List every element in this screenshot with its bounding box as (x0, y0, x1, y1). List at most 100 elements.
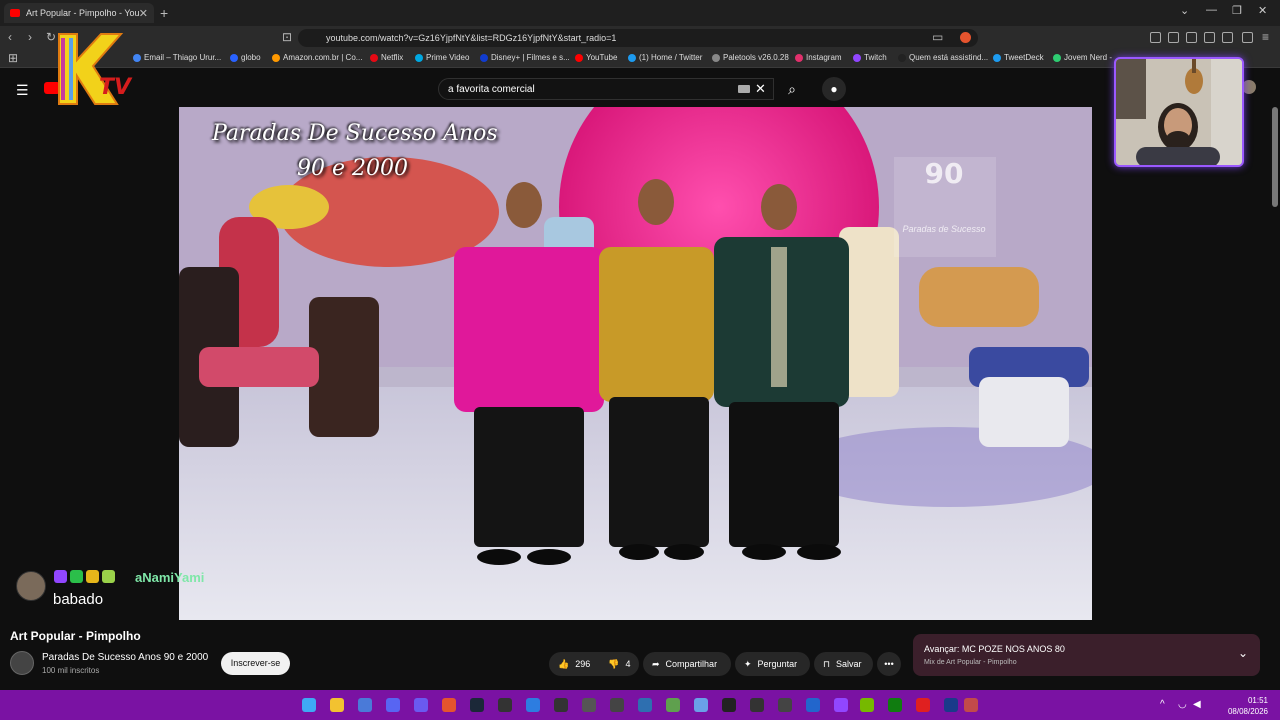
k-badge-icon (86, 570, 99, 583)
bookmark-item[interactable]: Prime Video (415, 53, 469, 62)
app-icon[interactable] (694, 698, 708, 712)
dislike-count[interactable]: 4 (625, 659, 630, 669)
close-window-icon[interactable]: ✕ (1258, 4, 1267, 17)
bookmark-favicon-icon (230, 53, 238, 62)
ktv-logo: TV (58, 33, 133, 105)
sparkle-icon: ✦ (744, 658, 752, 669)
app-icon[interactable] (526, 698, 540, 712)
app-icon[interactable] (964, 698, 978, 712)
app-icon[interactable] (722, 698, 736, 712)
bookmark-favicon-icon (712, 53, 720, 62)
ai-icon[interactable] (1222, 32, 1233, 43)
bookmark-item[interactable]: Paletools v26.0.28 (712, 53, 789, 62)
tab-search-chevron-icon[interactable]: ⌄ (1180, 4, 1189, 17)
bookmark-icon[interactable]: ⊡ (282, 30, 292, 44)
start-icon[interactable] (302, 698, 316, 712)
brave-shield-icon[interactable] (960, 32, 971, 43)
bookmark-item[interactable]: globo (230, 53, 261, 62)
system-clock[interactable]: 01:51 08/08/2026 (1228, 695, 1268, 717)
share-button[interactable]: ➦ Compartilhar (643, 652, 731, 676)
bookmark-item[interactable]: Instagram (795, 53, 842, 62)
app-icon[interactable] (498, 698, 512, 712)
guide-menu-icon[interactable]: ☰ (16, 82, 29, 99)
keyboard-icon[interactable] (738, 85, 750, 93)
file-explorer-icon[interactable] (330, 698, 344, 712)
obs-icon[interactable] (582, 698, 596, 712)
tab-close-icon[interactable]: ✕ (139, 7, 148, 20)
bookmark-item[interactable]: Quem está assistind... (898, 53, 988, 62)
bookmark-item[interactable]: TweetDeck (993, 53, 1044, 62)
bookmark-label: globo (241, 53, 261, 62)
next-up-panel[interactable]: Avançar: MC POZE NOS ANOS 80 Mix de Art … (913, 634, 1260, 676)
new-tab-icon[interactable]: + (160, 5, 168, 21)
forward-icon[interactable]: › (28, 30, 32, 44)
volume-icon[interactable]: ◀ (1193, 699, 1201, 710)
more-icon: ••• (884, 659, 894, 669)
brave-icon[interactable] (442, 698, 456, 712)
apps-grid-icon[interactable]: ⊞ (8, 51, 18, 65)
next-up-subtitle: Mix de Art Popular - Pimpolho (924, 659, 1017, 666)
subscribe-button[interactable]: Inscrever-se (221, 652, 290, 675)
app-icon[interactable] (806, 698, 820, 712)
minimize-icon[interactable]: — (1206, 4, 1217, 16)
menu-icon[interactable]: ≡ (1262, 30, 1269, 44)
more-actions-button[interactable]: ••• (877, 652, 901, 676)
app-icon[interactable] (610, 698, 624, 712)
bookmark-label: (1) Home / Twitter (639, 53, 703, 62)
app-icon[interactable] (638, 698, 652, 712)
chevron-down-icon[interactable]: ⌄ (1238, 646, 1248, 660)
browser-tab[interactable]: Art Popular - Pimpolho - YouTube ✕ (4, 3, 154, 23)
app-icon[interactable] (414, 698, 428, 712)
tray-chevron-icon[interactable]: ^ (1160, 699, 1165, 710)
steam-icon[interactable] (470, 698, 484, 712)
save-button[interactable]: ⊓ Salvar (814, 652, 873, 676)
clear-search-icon[interactable]: ✕ (755, 81, 766, 97)
microphone-icon[interactable]: ● (822, 77, 846, 101)
bookmark-item[interactable]: Email – Thiago Urur... (133, 53, 221, 62)
share-label: Compartilhar (665, 659, 718, 669)
channel-watermark: 90 Paradas de Sucesso (893, 157, 995, 257)
chat-message: babado (53, 591, 104, 608)
app-icon[interactable] (358, 698, 372, 712)
app-icon[interactable] (554, 698, 568, 712)
app-icon[interactable] (778, 698, 792, 712)
bookmark-item[interactable]: Netflix (370, 53, 403, 62)
bookmark-favicon-icon (795, 53, 803, 62)
settings-gear-icon[interactable] (1242, 32, 1253, 43)
dislike-icon[interactable]: 👎 (608, 659, 619, 670)
twitch-icon[interactable] (834, 698, 848, 712)
maximize-icon[interactable]: ❐ (1232, 4, 1242, 17)
bookmark-item[interactable]: (1) Home / Twitter (628, 53, 702, 62)
sidebar-icon[interactable] (1186, 32, 1197, 43)
ask-button[interactable]: ✦ Perguntar (735, 652, 810, 676)
app-icon[interactable] (944, 698, 958, 712)
bookmark-item[interactable]: Disney+ | Filmes e s... (480, 53, 570, 62)
extensions-icon[interactable] (1150, 32, 1161, 43)
bookmark-item[interactable]: YouTube (575, 53, 617, 62)
app-icon[interactable] (750, 698, 764, 712)
search-input[interactable]: a favorita comercial (438, 78, 774, 100)
account-avatar[interactable] (1242, 80, 1256, 94)
bookmark-item[interactable]: Amazon.com.br | Co... (272, 53, 362, 62)
back-icon[interactable]: ‹ (8, 30, 12, 44)
pear-badge-icon (102, 570, 115, 583)
like-count[interactable]: 296 (575, 659, 590, 669)
wallet-icon[interactable] (1204, 32, 1215, 43)
bookmark-item[interactable]: Jovem Nerd - (1053, 53, 1112, 62)
media-icon[interactable] (1168, 32, 1179, 43)
nvidia-icon[interactable] (860, 698, 874, 712)
like-icon[interactable]: 👍 (558, 659, 569, 670)
page-scrollbar[interactable] (1272, 107, 1278, 207)
channel-name[interactable]: Paradas De Sucesso Anos 90 e 2000 (42, 652, 208, 663)
cast-icon[interactable]: ▭ (932, 30, 943, 44)
search-icon[interactable]: ⌕ (776, 78, 808, 100)
wifi-icon[interactable]: ◡ (1178, 699, 1187, 710)
bookmark-item[interactable]: Twitch (853, 53, 887, 62)
channel-avatar[interactable] (10, 651, 34, 675)
xbox-icon[interactable] (888, 698, 902, 712)
windows-taskbar: ^ ◡ ◀ 01:51 08/08/2026 (0, 690, 1280, 720)
app-icon[interactable] (666, 698, 680, 712)
discord-icon[interactable] (386, 698, 400, 712)
app-icon[interactable] (916, 698, 930, 712)
url-bar[interactable]: youtube.com/watch?v=Gz16YjpfNtY&list=RDG… (298, 29, 978, 47)
